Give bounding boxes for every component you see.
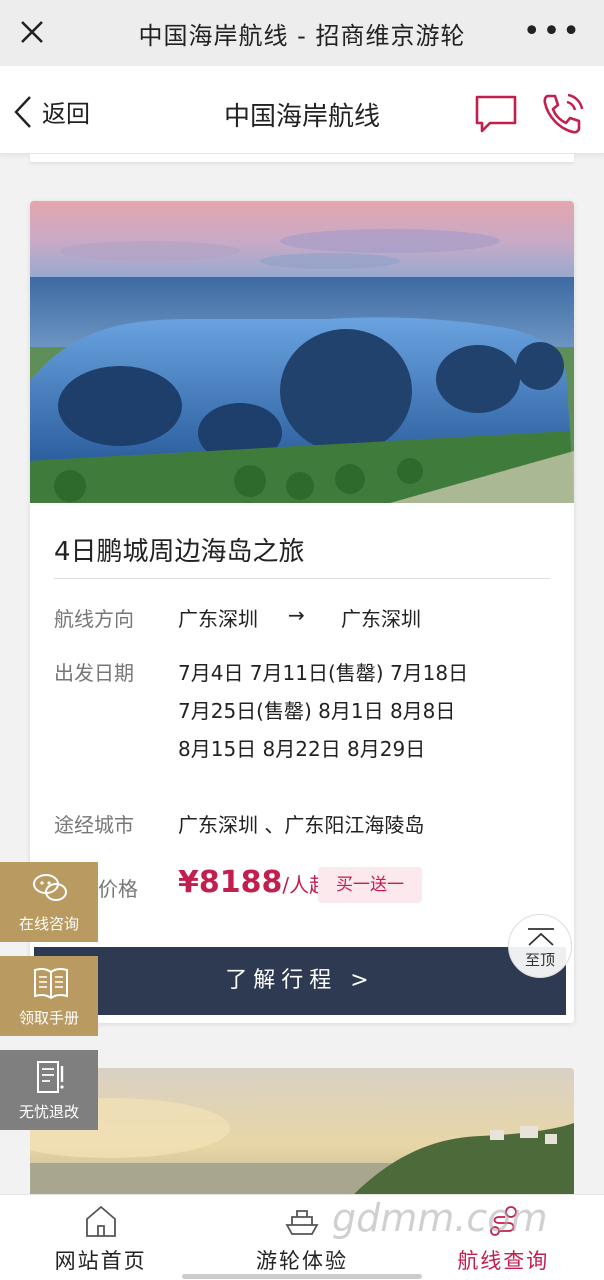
view-itinerary-button[interactable]: 了解行程 > [34,947,566,1015]
document-icon [37,1061,64,1093]
worry-free-refund-label: 无忧退改 [18,1103,79,1121]
watermark: gdmm.com [332,1196,548,1240]
get-brochure-button[interactable]: 领取手册 [0,956,98,1036]
next-route-cover-image[interactable] [30,1068,574,1198]
book-icon [34,967,68,1000]
back-to-top-button[interactable]: 至顶 [508,914,572,978]
nav-home[interactable]: 网站首页 [0,1195,201,1280]
route-arrow: → [288,603,305,627]
chevron-up-icon [528,928,554,946]
price-label: 价格 [98,877,138,901]
cities-label: 途经城市 [54,813,134,837]
wechat-icon [33,874,67,901]
price-value: ¥8188 [178,865,283,900]
route-cover-image [30,201,574,503]
route-card[interactable]: 4日鹏城周边海岛之旅 航线方向 广东深圳 → 广东深圳 出发日期 7月4日 7月… [30,201,574,1023]
wechat-page-title: 中国海岸航线 - 招商维京游轮 [138,21,466,50]
title-divider [54,578,550,579]
route-title: 4日鹏城周边海岛之旅 [54,537,305,567]
worry-free-refund-button[interactable]: 无忧退改 [0,1050,98,1130]
online-consult-label: 在线咨询 [18,915,79,933]
cities-value: 广东深圳 、广东阳江海陵岛 [178,813,425,837]
get-brochure-label: 领取手册 [18,1009,79,1027]
promo-badge: 买一送一 [318,867,422,903]
wechat-top-bar: 中国海岸航线 - 招商维京游轮 ••• [0,0,604,66]
price: ¥8188/人起 [178,865,329,900]
nav-home-label: 网站首页 [54,1249,147,1273]
departure-dates-line-3: 8月15日 8月22日 8月29日 [178,737,426,761]
home-icon [85,1205,116,1237]
online-consult-button[interactable]: 在线咨询 [0,862,98,942]
nav-cruise-label: 游轮体验 [255,1249,348,1273]
route-from: 广东深圳 [178,607,258,631]
phone-icon[interactable] [540,92,586,136]
back-to-top-label: 至顶 [524,951,555,969]
departure-dates-line-2: 7月25日(售罄) 8月1日 8月8日 [178,699,456,723]
ship-icon [285,1210,319,1235]
home-indicator [182,1274,422,1279]
previous-card-edge [30,154,574,162]
nav-routes-label: 航线查询 [457,1249,550,1273]
more-icon[interactable]: ••• [523,17,582,47]
route-to: 广东深圳 [341,607,421,631]
close-icon[interactable] [18,18,46,46]
departure-dates-label: 出发日期 [54,661,134,685]
route-direction-label: 航线方向 [54,607,134,631]
message-icon[interactable] [474,94,518,134]
departure-dates-line-1: 7月4日 7月11日(售罄) 7月18日 [178,661,469,685]
